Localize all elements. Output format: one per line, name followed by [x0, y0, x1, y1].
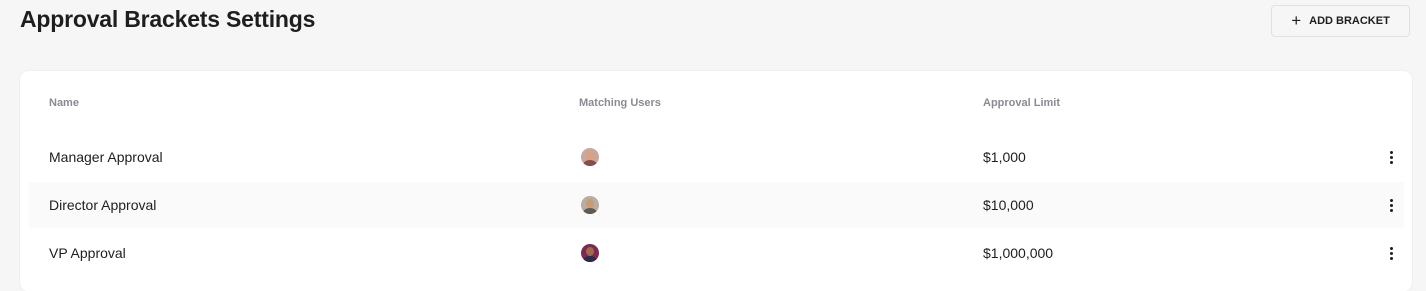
add-bracket-button[interactable]: + ADD BRACKET — [1271, 5, 1410, 37]
column-header-approval-limit[interactable]: Approval Limit — [983, 97, 1060, 109]
add-bracket-label: ADD BRACKET — [1309, 15, 1390, 27]
bracket-name: Director Approval — [49, 197, 157, 213]
more-options-icon[interactable] — [1383, 196, 1399, 214]
column-header-matching-users[interactable]: Matching Users — [579, 97, 661, 109]
column-header-name[interactable]: Name — [49, 97, 79, 109]
matching-users — [581, 182, 599, 228]
table-row[interactable]: Director Approval $10,000 — [29, 182, 1404, 228]
table-row[interactable]: VP Approval $1,000,000 — [29, 230, 1404, 276]
more-options-icon[interactable] — [1383, 244, 1399, 262]
bracket-name: Manager Approval — [49, 149, 163, 165]
plus-icon: + — [1291, 10, 1302, 30]
matching-users — [581, 230, 599, 276]
approval-limit: $1,000 — [983, 149, 1026, 165]
table-row[interactable]: Manager Approval $1,000 — [29, 134, 1404, 180]
bracket-name: VP Approval — [49, 245, 126, 261]
matching-users — [581, 134, 599, 180]
avatar[interactable] — [581, 148, 599, 166]
page-title: Approval Brackets Settings — [20, 6, 316, 32]
more-options-icon[interactable] — [1383, 148, 1399, 166]
avatar[interactable] — [581, 244, 599, 262]
approval-limit: $10,000 — [983, 197, 1034, 213]
avatar[interactable] — [581, 196, 599, 214]
approval-limit: $1,000,000 — [983, 245, 1054, 261]
brackets-table: Name Matching Users Approval Limit Manag… — [20, 71, 1412, 291]
